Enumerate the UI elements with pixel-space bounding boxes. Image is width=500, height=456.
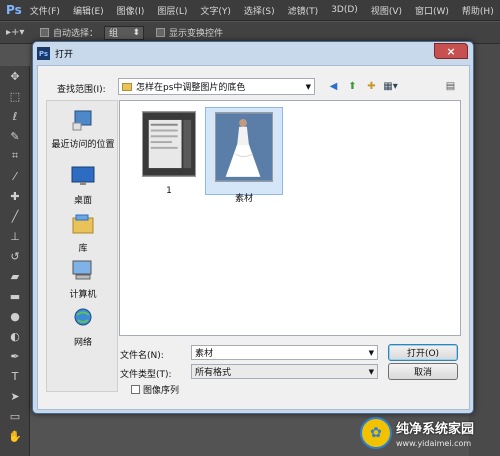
file-thumbnail: [215, 112, 273, 182]
cancel-button[interactable]: 取消: [388, 363, 458, 380]
move-tool-icon[interactable]: ✥: [0, 66, 30, 86]
dodge-tool-icon[interactable]: ◐: [0, 326, 30, 346]
place-computer[interactable]: 计算机: [47, 259, 119, 300]
look-in-label: 查找范围(I):: [57, 85, 106, 95]
open-dialog: Ps 打开 × 查找范围(I): 怎样在ps中调整图片的底色 ▼ ◀ ⬆ ✚ ▦…: [32, 41, 474, 414]
history-brush-icon[interactable]: ↺: [0, 246, 30, 266]
quick-select-tool-icon[interactable]: ✎: [0, 126, 30, 146]
image-sequence-checkbox[interactable]: [131, 385, 140, 394]
auto-select-label: 自动选择：: [53, 29, 99, 39]
chevron-down-icon: ▼: [368, 367, 374, 376]
dialog-titlebar[interactable]: Ps 打开: [33, 42, 473, 65]
watermark-title: 纯净系统家园: [396, 422, 475, 437]
photoshop-logo: Ps: [6, 3, 22, 17]
type-tool-icon[interactable]: T: [0, 366, 30, 386]
filetype-label: 文件类型(T):: [120, 370, 172, 380]
image-sequence-label: 图像序列: [143, 386, 180, 396]
marquee-tool-icon[interactable]: ⬚: [0, 86, 30, 106]
look-in-value: 怎样在ps中调整图片的底色: [136, 83, 246, 93]
chevron-down-icon[interactable]: ▼: [369, 349, 374, 357]
navigation-toolbar: ◀ ⬆ ✚ ▦▾: [327, 80, 398, 93]
file-item-selected[interactable]: 素材: [205, 107, 283, 204]
computer-icon: [72, 260, 92, 280]
file-name: 1: [166, 186, 172, 196]
file-list[interactable]: 1 素材: [119, 100, 461, 336]
new-folder-icon[interactable]: ✚: [365, 80, 378, 93]
open-button[interactable]: 打开(O): [388, 344, 458, 361]
hand-tool-icon[interactable]: ✋: [0, 426, 30, 446]
menu-type[interactable]: 文字(Y): [200, 4, 231, 17]
up-folder-icon[interactable]: ⬆: [346, 80, 359, 93]
menu-3d[interactable]: 3D(D): [331, 5, 358, 15]
image-sequence-option[interactable]: 图像序列: [131, 383, 179, 396]
chevron-down-icon: ▼: [305, 82, 311, 91]
menu-filter[interactable]: 滤镜(T): [288, 4, 319, 17]
gradient-tool-icon[interactable]: ▬: [0, 286, 30, 306]
filename-value: 素材: [195, 349, 214, 359]
file-name: 素材: [234, 194, 253, 204]
network-icon: [74, 308, 92, 326]
menu-edit[interactable]: 编辑(E): [73, 4, 104, 17]
crop-tool-icon[interactable]: ⌗: [0, 146, 30, 166]
view-menu-icon[interactable]: ▦▾: [383, 80, 397, 93]
filetype-select[interactable]: 所有格式 ▼: [191, 364, 378, 379]
healing-tool-icon[interactable]: ✚: [0, 186, 30, 206]
lasso-tool-icon[interactable]: ℓ: [0, 106, 30, 126]
chevron-down-icon: ⬍: [132, 27, 141, 38]
pen-tool-icon[interactable]: ✒: [0, 346, 30, 366]
places-bar: 最近访问的位置 桌面 库 计算机 网络: [46, 100, 118, 392]
desktop-icon: [71, 166, 95, 185]
move-tool-preset-icon[interactable]: ▸+▾: [6, 27, 40, 38]
menu-layer[interactable]: 图层(L): [157, 4, 187, 17]
menu-image[interactable]: 图像(I): [117, 4, 145, 17]
auto-select-checkbox[interactable]: [40, 28, 49, 37]
path-select-tool-icon[interactable]: ➤: [0, 386, 30, 406]
filename-input[interactable]: 素材 ▼: [191, 345, 378, 360]
file-item[interactable]: 1: [130, 107, 208, 196]
menu-view[interactable]: 视图(V): [371, 4, 402, 17]
auto-select-value: 组: [109, 29, 119, 39]
place-network[interactable]: 网络: [47, 307, 119, 348]
place-label: 桌面: [73, 196, 92, 206]
dialog-title: 打开: [55, 50, 74, 60]
recent-places-icon: [72, 110, 92, 131]
folder-icon: [122, 82, 132, 91]
filetype-value: 所有格式: [195, 368, 232, 378]
blur-tool-icon[interactable]: ●: [0, 306, 30, 326]
libraries-icon: [72, 214, 94, 234]
ps-app-icon: Ps: [37, 47, 50, 60]
shape-tool-icon[interactable]: ▭: [0, 406, 30, 426]
stamp-tool-icon[interactable]: ⊥: [0, 226, 30, 246]
menu-help[interactable]: 帮助(H): [462, 4, 494, 17]
eyedropper-tool-icon[interactable]: ⁄: [0, 166, 30, 186]
place-label: 计算机: [69, 290, 97, 300]
place-label: 库: [78, 244, 88, 254]
file-thumbnail: [142, 111, 196, 177]
menu-window[interactable]: 窗口(W): [415, 4, 449, 17]
toolbox: ✥ ⬚ ℓ ✎ ⌗ ⁄ ✚ ╱ ⊥ ↺ ▰ ▬ ● ◐ ✒ T ➤ ▭ ✋: [0, 66, 30, 456]
show-transform-label: 显示变换控件: [169, 29, 224, 39]
dialog-body: 查找范围(I): 怎样在ps中调整图片的底色 ▼ ◀ ⬆ ✚ ▦▾ ▤ 最近访问…: [37, 65, 470, 410]
look-in-dropdown[interactable]: 怎样在ps中调整图片的底色 ▼: [118, 78, 315, 95]
menu-select[interactable]: 选择(S): [244, 4, 275, 17]
close-button[interactable]: ×: [434, 43, 468, 59]
menu-bar: Ps 文件(F) 编辑(E) 图像(I) 图层(L) 文字(Y) 选择(S) 滤…: [0, 0, 500, 21]
folder-add-icon[interactable]: ▤: [444, 80, 457, 93]
back-icon[interactable]: ◀: [327, 80, 340, 93]
show-transform-checkbox[interactable]: [156, 28, 166, 37]
place-label: 最近访问的位置: [51, 140, 115, 150]
watermark: ✿ 纯净系统家园 www.yidaimei.com: [360, 410, 500, 456]
place-desktop[interactable]: 桌面: [47, 165, 119, 206]
eraser-tool-icon[interactable]: ▰: [0, 266, 30, 286]
place-recent[interactable]: 最近访问的位置: [47, 109, 119, 150]
menu-file[interactable]: 文件(F): [30, 4, 60, 17]
watermark-url: www.yidaimei.com: [396, 439, 472, 448]
brush-tool-icon[interactable]: ╱: [0, 206, 30, 226]
filename-label: 文件名(N):: [120, 351, 164, 361]
place-libraries[interactable]: 库: [47, 213, 119, 254]
watermark-logo-icon: ✿: [360, 417, 392, 449]
auto-select-dropdown[interactable]: 组 ⬍: [104, 25, 145, 40]
place-label: 网络: [73, 338, 92, 348]
